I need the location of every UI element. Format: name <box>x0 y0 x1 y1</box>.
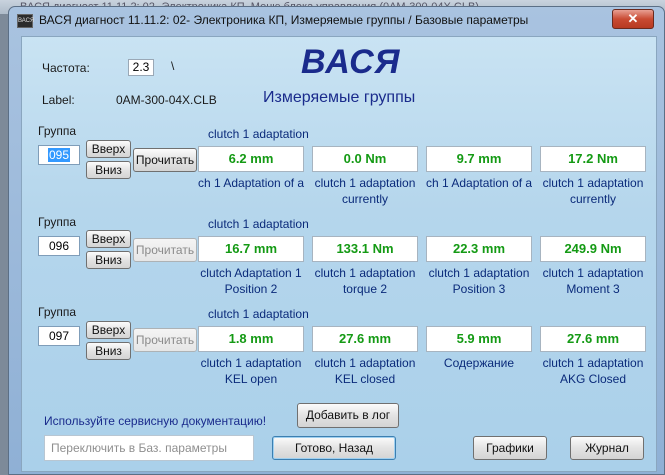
journal-button[interactable]: Журнал <box>570 436 644 460</box>
done-back-button[interactable]: Готово, Назад <box>272 436 396 460</box>
group-read-button[interactable]: Прочитать <box>133 148 197 172</box>
group-value-4: 17.2 Nm <box>540 146 646 172</box>
group-desc-4: clutch 1 adaptation Moment 3 <box>542 266 644 296</box>
group-desc-1: clutch 1 adaptation KEL open <box>200 356 302 386</box>
group-desc-2: clutch 1 adaptation KEL closed <box>314 356 416 386</box>
group-value-2: 27.6 mm <box>312 326 418 352</box>
group-desc-4: clutch 1 adaptation AKG Closed <box>542 356 644 386</box>
group-desc-4: clutch 1 adaptation currently <box>542 176 644 206</box>
group-label: Группа <box>38 215 77 229</box>
frequency-mark: \ <box>171 59 175 73</box>
group-desc-2: clutch 1 adaptation currently <box>314 176 416 206</box>
group-down-button[interactable]: Вниз <box>86 342 131 360</box>
group-value-3: 9.7 mm <box>426 146 532 172</box>
group-up-button[interactable]: Вверх <box>86 321 131 339</box>
group-number-input[interactable]: 097 <box>38 326 80 346</box>
frequency-value: 2.3 <box>128 59 154 76</box>
add-to-log-button[interactable]: Добавить в лог <box>297 403 399 428</box>
graphs-button[interactable]: Графики <box>473 436 547 460</box>
group-down-button[interactable]: Вниз <box>86 251 131 269</box>
group-desc-2: clutch 1 adaptation torque 2 <box>314 266 416 296</box>
group-desc-1: ch 1 Adaptation of ar <box>198 176 304 190</box>
group-title: clutch 1 adaptation <box>208 307 309 321</box>
group-value-1: 16.7 mm <box>198 236 304 262</box>
group-number-text: 095 <box>47 148 71 162</box>
app-icon: ВАСЯ <box>17 14 34 28</box>
group-value-2: 0.0 Nm <box>312 146 418 172</box>
group-number-input[interactable]: 096 <box>38 236 80 256</box>
group-up-button[interactable]: Вверх <box>86 230 131 248</box>
group-label: Группа <box>38 305 77 319</box>
group-read-button[interactable]: Прочитать <box>133 328 197 352</box>
frequency-label: Частота: <box>42 61 90 75</box>
group-read-button[interactable]: Прочитать <box>133 238 197 262</box>
group-desc-3: Содержание <box>443 356 515 370</box>
group-label: Группа <box>38 124 77 138</box>
group-value-1: 1.8 mm <box>198 326 304 352</box>
measuring-groups-window: ВАСЯ ВАСЯ диагност 11.11.2: 02- Электрон… <box>8 6 665 475</box>
close-button[interactable]: ✕ <box>612 9 654 29</box>
group-value-1: 6.2 mm <box>198 146 304 172</box>
group-desc-3: ch 1 Adaptation of ar <box>426 176 532 190</box>
group-desc-1: clutch Adaptation 1 Position 2 <box>200 266 302 296</box>
brand-logo-text: ВАСЯ <box>301 43 401 81</box>
group-title: clutch 1 adaptation <box>208 127 309 141</box>
label-label: Label: <box>42 93 75 107</box>
title-bar[interactable]: ВАСЯ ВАСЯ диагност 11.11.2: 02- Электрон… <box>9 7 664 33</box>
group-desc-3: clutch 1 adaptation Position 3 <box>428 266 530 296</box>
group-value-4: 27.6 mm <box>540 326 646 352</box>
service-doc-notice: Используйте сервисную документацию! <box>44 414 267 428</box>
group-title: clutch 1 adaptation <box>208 217 309 231</box>
group-value-3: 5.9 mm <box>426 326 532 352</box>
group-value-3: 22.3 mm <box>426 236 532 262</box>
group-down-button[interactable]: Вниз <box>86 161 131 179</box>
group-number-input[interactable]: 095 <box>38 145 80 165</box>
page-subtitle: Измеряемые группы <box>263 89 416 106</box>
group-value-2: 133.1 Nm <box>312 236 418 262</box>
group-up-button[interactable]: Вверх <box>86 140 131 158</box>
switch-basic-params-button[interactable]: Переключить в Баз. параметры <box>44 435 254 461</box>
label-value: 0AM-300-04X.CLB <box>116 93 217 107</box>
group-value-4: 249.9 Nm <box>540 236 646 262</box>
client-area: Частота: 2.3 \ Label: 0AM-300-04X.CLB ВА… <box>21 36 657 472</box>
window-title: ВАСЯ диагност 11.11.2: 02- Электроника К… <box>39 13 529 27</box>
